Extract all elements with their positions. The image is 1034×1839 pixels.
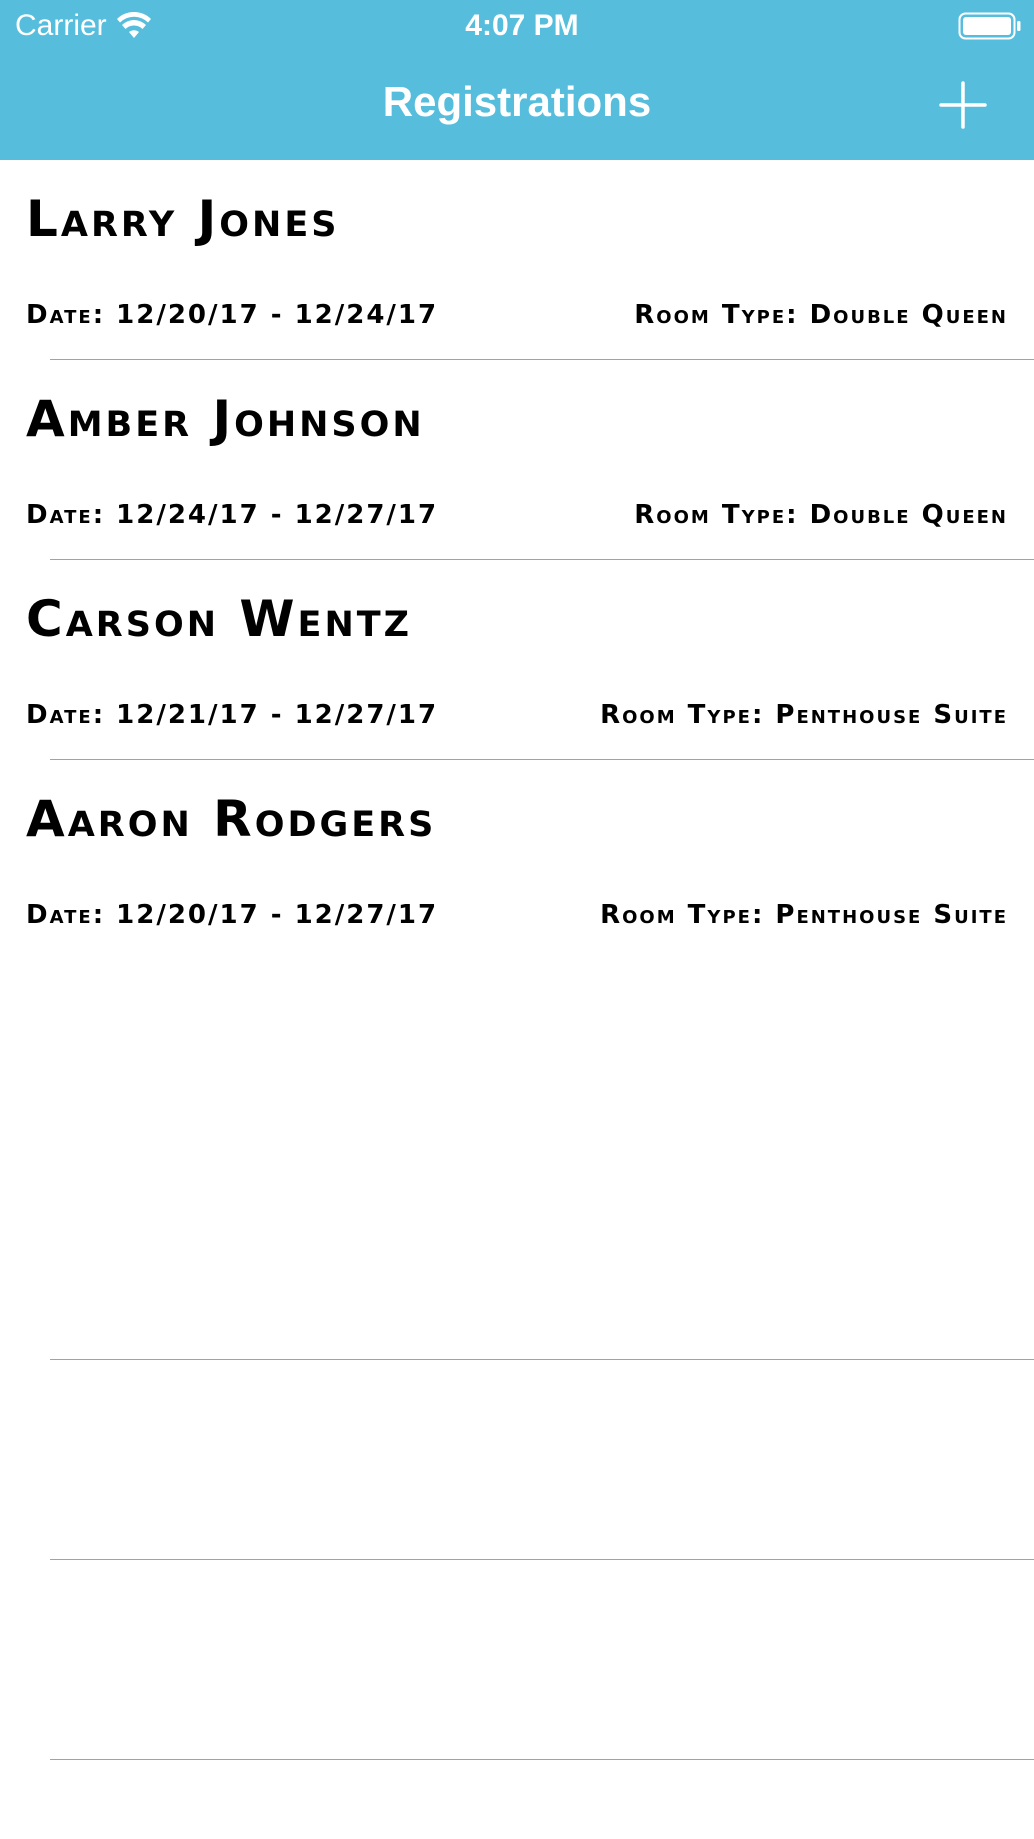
row-separator	[50, 759, 1034, 760]
room-type: Room Type: Penthouse Suite	[600, 700, 1008, 730]
page-title: Registrations	[382, 78, 652, 125]
room-type: Room Type: Penthouse Suite	[600, 900, 1008, 930]
table-row[interactable]: Carson Wentz Date: 12/21/17 - 12/27/17 R…	[0, 560, 1034, 760]
table-row[interactable]: Aaron Rodgers Date: 12/20/17 - 12/27/17 …	[0, 760, 1034, 960]
row-separator	[50, 559, 1034, 560]
stay-dates: Date: 12/20/17 - 12/27/17	[26, 900, 439, 930]
battery-icon	[958, 12, 1021, 40]
registrations-table[interactable]: Larry Jones Date: 12/20/17 - 12/24/17 Ro…	[0, 160, 1034, 960]
table-row[interactable]: Amber Johnson Date: 12/24/17 - 12/27/17 …	[0, 360, 1034, 560]
stay-dates: Date: 12/24/17 - 12/27/17	[26, 500, 439, 530]
row-separator	[50, 1759, 1034, 1760]
guest-name: Carson Wentz	[26, 590, 412, 648]
stay-dates: Date: 12/20/17 - 12/24/17	[26, 300, 439, 330]
navigation-bar: Carrier 4:07 PM Registrations	[0, 0, 1034, 160]
guest-name: Aaron Rodgers	[26, 790, 437, 848]
guest-name: Larry Jones	[26, 190, 340, 248]
status-time: 4:07 PM	[465, 9, 579, 42]
stay-dates: Date: 12/21/17 - 12/27/17	[26, 700, 439, 730]
row-separator	[50, 1359, 1034, 1360]
row-separator	[50, 1559, 1034, 1560]
status-bar: Carrier 4:07 PM	[0, 0, 1034, 52]
guest-name: Amber Johnson	[26, 390, 425, 448]
row-separator	[50, 359, 1034, 360]
room-type: Room Type: Double Queen	[634, 300, 1008, 330]
table-row[interactable]: Larry Jones Date: 12/20/17 - 12/24/17 Ro…	[0, 160, 1034, 360]
plus-icon[interactable]	[938, 80, 988, 130]
room-type: Room Type: Double Queen	[634, 500, 1008, 530]
